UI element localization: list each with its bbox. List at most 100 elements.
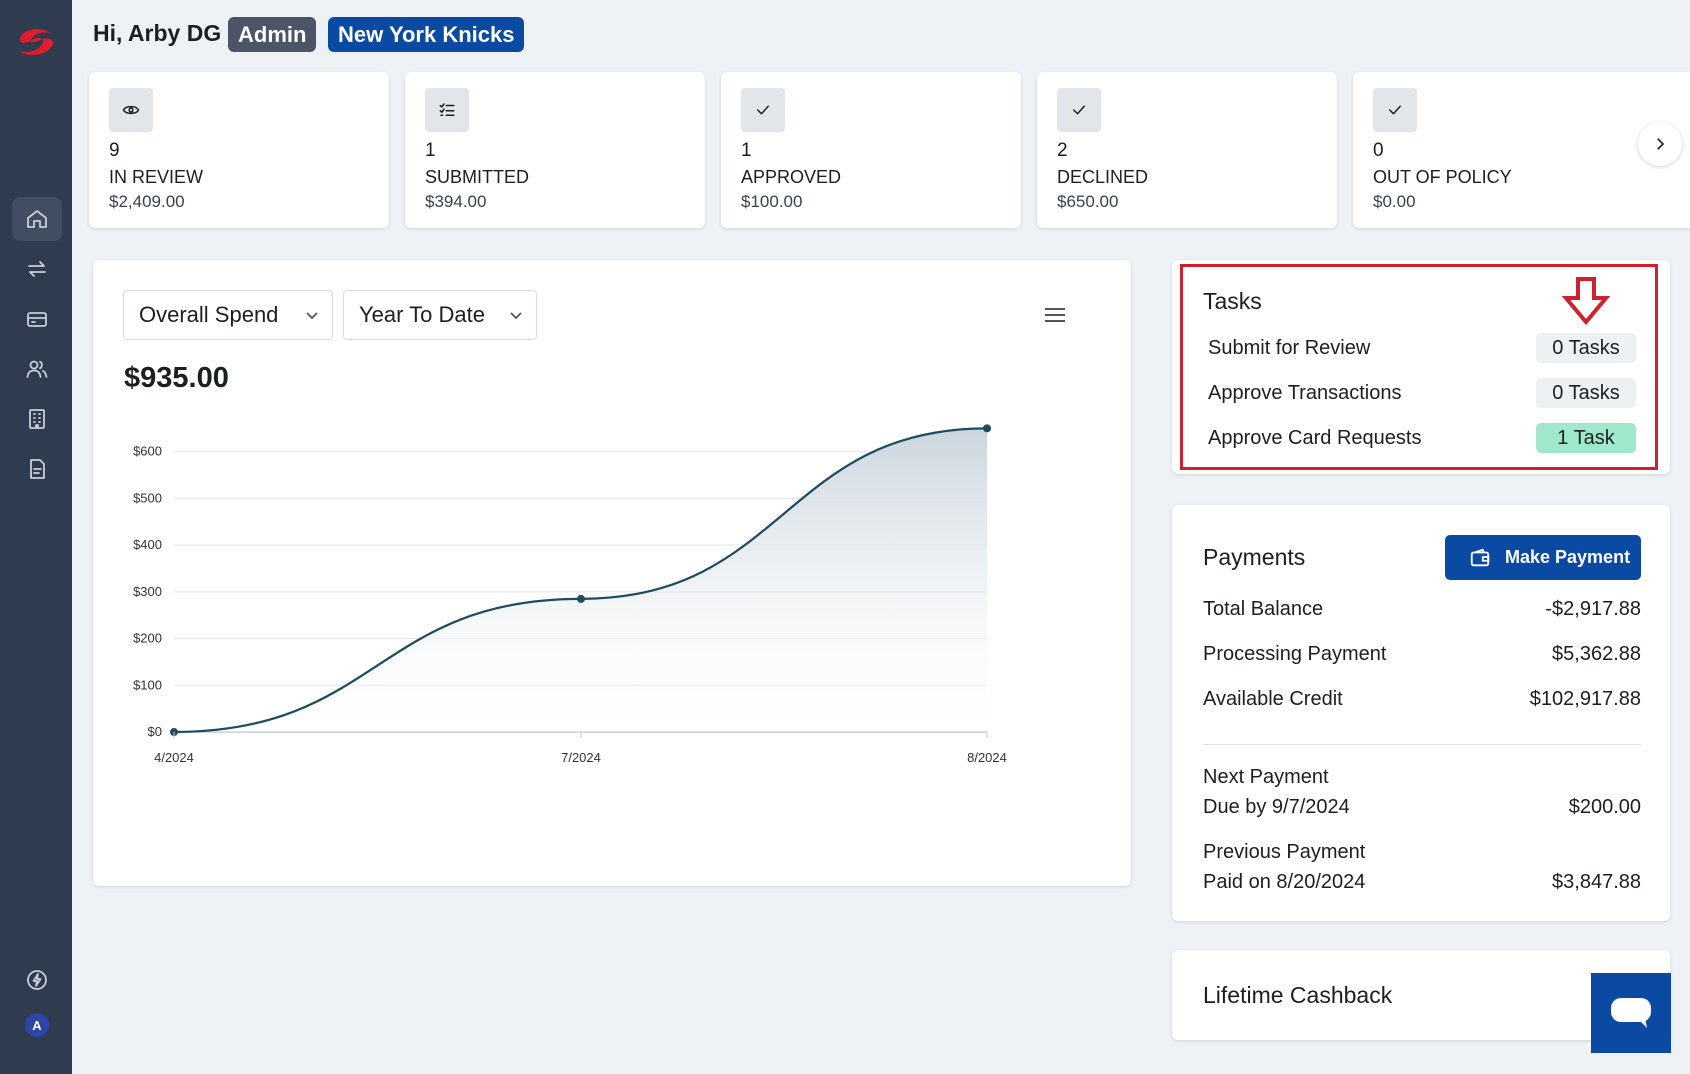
stat-card-in-review[interactable]: 9 IN REVIEW $2,409.00 xyxy=(89,72,389,228)
check-icon xyxy=(1073,105,1085,115)
previous-payment-paid: Paid on 8/20/2024 xyxy=(1203,871,1366,893)
team-badge[interactable]: New York Knicks xyxy=(328,17,525,52)
stat-card-submitted[interactable]: 1 SUBMITTED $394.00 xyxy=(405,72,705,228)
task-label: Submit for Review xyxy=(1208,337,1371,359)
task-count-badge[interactable]: 0 Tasks xyxy=(1536,333,1636,363)
stat-label: APPROVED xyxy=(741,167,842,187)
stat-label: OUT OF POLICY xyxy=(1373,167,1512,187)
stat-icon-box xyxy=(1373,88,1417,132)
nav-home[interactable] xyxy=(12,197,62,241)
nav-cards[interactable] xyxy=(12,297,62,341)
hamburger-menu-icon[interactable] xyxy=(1043,304,1067,326)
payment-row-value: $5,362.88 xyxy=(1552,643,1641,665)
task-row[interactable]: Approve Card Requests 1 Task xyxy=(1208,423,1636,453)
stats-next-button[interactable] xyxy=(1638,122,1682,166)
home-icon xyxy=(27,210,47,228)
bolt-circle-icon xyxy=(27,970,47,990)
metric-select-value: Overall Spend xyxy=(139,302,279,327)
stat-amount: $100.00 xyxy=(741,192,803,211)
stat-icon-box xyxy=(109,88,153,132)
task-count-badge[interactable]: 0 Tasks xyxy=(1536,378,1636,408)
stat-card-declined[interactable]: 2 DECLINED $650.00 xyxy=(1037,72,1337,228)
stat-card-approved[interactable]: 1 APPROVED $100.00 xyxy=(721,72,1021,228)
stat-label: SUBMITTED xyxy=(425,167,530,187)
stat-icon-box xyxy=(741,88,785,132)
y-tick-label: $300 xyxy=(133,584,162,599)
stat-count: 1 xyxy=(425,140,436,161)
building-icon xyxy=(29,409,45,429)
task-row[interactable]: Submit for Review 0 Tasks xyxy=(1208,333,1636,363)
stat-amount: $394.00 xyxy=(425,192,487,211)
payments-title: Payments xyxy=(1203,544,1306,570)
stat-amount: $650.00 xyxy=(1057,192,1119,211)
make-payment-button[interactable]: Make Payment xyxy=(1445,535,1641,580)
chevron-right-icon xyxy=(1657,138,1665,150)
nav-documents[interactable] xyxy=(12,447,62,491)
stat-label: DECLINED xyxy=(1057,167,1149,187)
card-icon xyxy=(27,312,47,327)
stat-amount: $0.00 xyxy=(1373,192,1416,211)
y-tick-label: $500 xyxy=(133,490,162,505)
chevron-down-icon xyxy=(510,312,522,320)
document-icon xyxy=(30,459,45,479)
next-payment-amount: $200.00 xyxy=(1568,796,1641,818)
wallet-icon xyxy=(1470,548,1490,566)
users-icon xyxy=(26,360,48,378)
spend-area-chart: $0 $100 $200 $300 $400 $500 $600 $700 4/2024 7/20… xyxy=(133,410,1007,765)
y-tick-label: $600 xyxy=(133,444,162,459)
payments-divider xyxy=(1203,744,1641,745)
stat-count: 2 xyxy=(1057,140,1068,161)
stat-count: 9 xyxy=(109,140,120,161)
task-row[interactable]: Approve Transactions 0 Tasks xyxy=(1208,378,1636,408)
nav-company[interactable] xyxy=(12,397,62,441)
data-point xyxy=(983,424,991,433)
range-select[interactable]: Year To Date xyxy=(343,290,537,340)
check-icon xyxy=(1389,105,1401,115)
chevron-down-icon xyxy=(306,312,318,320)
avatar[interactable]: A xyxy=(25,1013,49,1037)
metric-select[interactable]: Overall Spend xyxy=(123,290,333,340)
payment-row-label: Total Balance xyxy=(1203,598,1324,620)
checklist-icon xyxy=(439,103,455,116)
role-badge: Admin xyxy=(228,17,317,52)
task-label: Approve Transactions xyxy=(1208,382,1402,404)
next-payment-label: Next Payment xyxy=(1203,766,1329,788)
y-tick-label: $400 xyxy=(133,537,162,552)
stat-label: IN REVIEW xyxy=(109,167,204,187)
range-select-value: Year To Date xyxy=(359,302,485,327)
cashback-title: Lifetime Cashback xyxy=(1203,982,1393,1008)
task-label: Approve Card Requests xyxy=(1208,427,1422,449)
make-payment-label: Make Payment xyxy=(1505,547,1631,567)
y-tick-label: $700 xyxy=(133,410,162,412)
eye-icon xyxy=(122,105,140,115)
next-payment-due: Due by 9/7/2024 xyxy=(1203,796,1350,818)
x-tick-label: 4/2024 xyxy=(154,750,194,765)
nav-users[interactable] xyxy=(12,347,62,391)
arrows-icon xyxy=(28,261,46,277)
spend-total: $935.00 xyxy=(124,362,229,394)
payment-row-value: $102,917.88 xyxy=(1529,688,1641,710)
stat-amount: $2,409.00 xyxy=(109,192,185,211)
chat-icon xyxy=(1611,998,1651,1028)
chat-button[interactable] xyxy=(1591,973,1671,1053)
payment-row-label: Processing Payment xyxy=(1203,643,1387,665)
stat-icon-box xyxy=(1057,88,1101,132)
x-tick-label: 8/2024 xyxy=(967,750,1007,765)
tasks-title: Tasks xyxy=(1203,288,1262,314)
nav-transactions[interactable] xyxy=(12,247,62,291)
y-tick-label: $0 xyxy=(148,724,162,739)
nav-quick-actions[interactable] xyxy=(12,958,62,1002)
previous-payment-label: Previous Payment xyxy=(1203,841,1366,863)
logo-icon[interactable] xyxy=(12,22,60,62)
stat-icon-box xyxy=(425,88,469,132)
sidebar: A xyxy=(0,0,72,1074)
y-tick-label: $200 xyxy=(133,631,162,646)
stat-count: 1 xyxy=(741,140,752,161)
data-point xyxy=(577,594,585,603)
series-area xyxy=(174,428,987,732)
stat-count: 0 xyxy=(1373,140,1384,161)
x-tick-label: 7/2024 xyxy=(561,750,601,765)
spend-chart-card: Overall Spend Year To Date $935.00 $0 $10… xyxy=(93,260,1131,886)
task-count-badge[interactable]: 1 Task xyxy=(1536,423,1636,453)
payment-row-label: Available Credit xyxy=(1203,688,1343,710)
